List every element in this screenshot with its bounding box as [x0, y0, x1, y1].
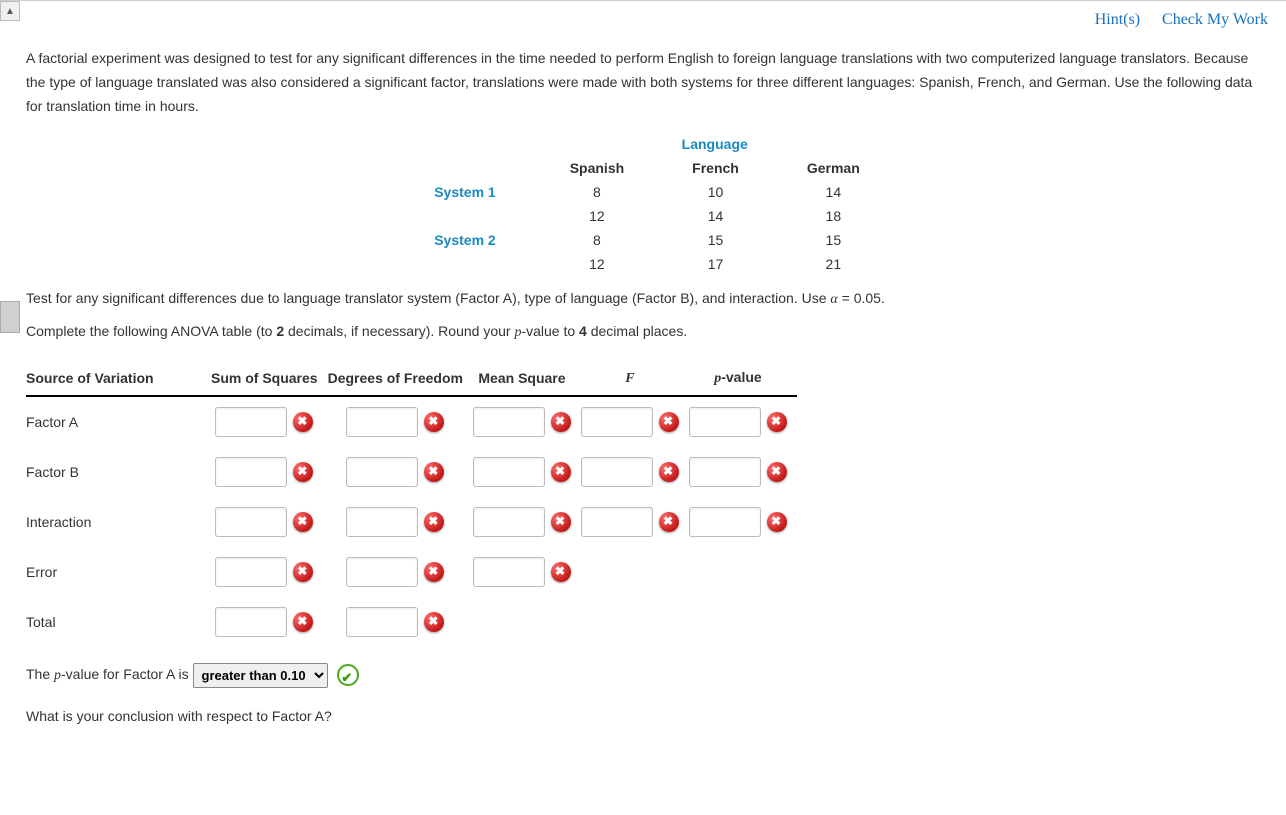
correct-icon	[337, 664, 359, 686]
factor-b-ss-input[interactable]	[215, 457, 287, 487]
row-interaction: Interaction	[26, 497, 211, 547]
hdr-source: Source of Variation	[26, 363, 211, 396]
error-df-input[interactable]	[346, 557, 418, 587]
data-cell: 18	[773, 204, 894, 228]
anova-table: Source of Variation Sum of Squares Degre…	[26, 363, 797, 647]
check-my-work-link[interactable]: Check My Work	[1162, 11, 1268, 28]
scroll-thumb[interactable]	[0, 301, 20, 333]
wrong-icon	[551, 462, 571, 482]
factor-a-ss-input[interactable]	[215, 407, 287, 437]
hdr-df: Degrees of Freedom	[328, 363, 473, 396]
hdr-f: F	[581, 363, 689, 396]
row-total: Total	[26, 597, 211, 647]
factor-b-p-input[interactable]	[689, 457, 761, 487]
hdr-ss: Sum of Squares	[211, 363, 328, 396]
interaction-df-input[interactable]	[346, 507, 418, 537]
data-cell: 15	[658, 228, 773, 252]
row-factor-a: Factor A	[26, 396, 211, 447]
wrong-icon	[293, 412, 313, 432]
wrong-icon	[424, 612, 444, 632]
hints-link[interactable]: Hint(s)	[1095, 11, 1140, 28]
interaction-ss-input[interactable]	[215, 507, 287, 537]
col-german: German	[773, 156, 894, 180]
conclusion-factor-a-question: What is your conclusion with respect to …	[26, 703, 1268, 730]
question-content: Hint(s) Check My Work A factorial experi…	[20, 1, 1286, 750]
system-blank	[400, 204, 535, 228]
hdr-ms: Mean Square	[473, 363, 581, 396]
pvalue-factor-a-line: The p-value for Factor A is greater than…	[26, 661, 1268, 690]
language-super-header: Language	[536, 132, 894, 156]
wrong-icon	[659, 512, 679, 532]
wrong-icon	[424, 562, 444, 582]
data-cell: 10	[658, 180, 773, 204]
factor-b-df-input[interactable]	[346, 457, 418, 487]
data-cell: 17	[658, 252, 773, 276]
data-cell: 14	[658, 204, 773, 228]
factor-a-ms-input[interactable]	[473, 407, 545, 437]
wrong-icon	[551, 562, 571, 582]
factor-a-f-input[interactable]	[581, 407, 653, 437]
system-2-label: System 2	[400, 228, 535, 252]
wrong-icon	[551, 412, 571, 432]
wrong-icon	[767, 512, 787, 532]
row-error: Error	[26, 547, 211, 597]
data-cell: 12	[536, 204, 658, 228]
total-df-input[interactable]	[346, 607, 418, 637]
system-1-label: System 1	[400, 180, 535, 204]
wrong-icon	[767, 462, 787, 482]
data-cell: 15	[773, 228, 894, 252]
wrong-icon	[767, 412, 787, 432]
system-blank	[400, 252, 535, 276]
factor-b-f-input[interactable]	[581, 457, 653, 487]
wrong-icon	[659, 412, 679, 432]
wrong-icon	[659, 462, 679, 482]
data-cell: 14	[773, 180, 894, 204]
factor-a-p-input[interactable]	[689, 407, 761, 437]
wrong-icon	[293, 512, 313, 532]
factor-a-df-input[interactable]	[346, 407, 418, 437]
data-table: Language Spanish French German System 1 …	[400, 132, 894, 276]
scroll-up-button[interactable]: ▲	[0, 1, 20, 21]
interaction-f-input[interactable]	[581, 507, 653, 537]
data-cell: 8	[536, 180, 658, 204]
wrong-icon	[551, 512, 571, 532]
data-cell: 21	[773, 252, 894, 276]
wrong-icon	[424, 412, 444, 432]
interaction-ms-input[interactable]	[473, 507, 545, 537]
pvalue-factor-a-select[interactable]: greater than 0.10	[193, 663, 328, 688]
factor-b-ms-input[interactable]	[473, 457, 545, 487]
interaction-p-input[interactable]	[689, 507, 761, 537]
instruction-2: Complete the following ANOVA table (to 2…	[26, 319, 1268, 345]
intro-text: A factorial experiment was designed to t…	[26, 47, 1268, 118]
wrong-icon	[293, 462, 313, 482]
instruction-1: Test for any significant differences due…	[26, 286, 1268, 312]
wrong-icon	[424, 462, 444, 482]
row-factor-b: Factor B	[26, 447, 211, 497]
hdr-pvalue: p-value	[689, 363, 797, 396]
error-ss-input[interactable]	[215, 557, 287, 587]
data-cell: 12	[536, 252, 658, 276]
error-ms-input[interactable]	[473, 557, 545, 587]
wrong-icon	[424, 512, 444, 532]
col-french: French	[658, 156, 773, 180]
total-ss-input[interactable]	[215, 607, 287, 637]
top-links: Hint(s) Check My Work	[26, 11, 1268, 29]
wrong-icon	[293, 612, 313, 632]
data-cell: 8	[536, 228, 658, 252]
wrong-icon	[293, 562, 313, 582]
col-spanish: Spanish	[536, 156, 658, 180]
